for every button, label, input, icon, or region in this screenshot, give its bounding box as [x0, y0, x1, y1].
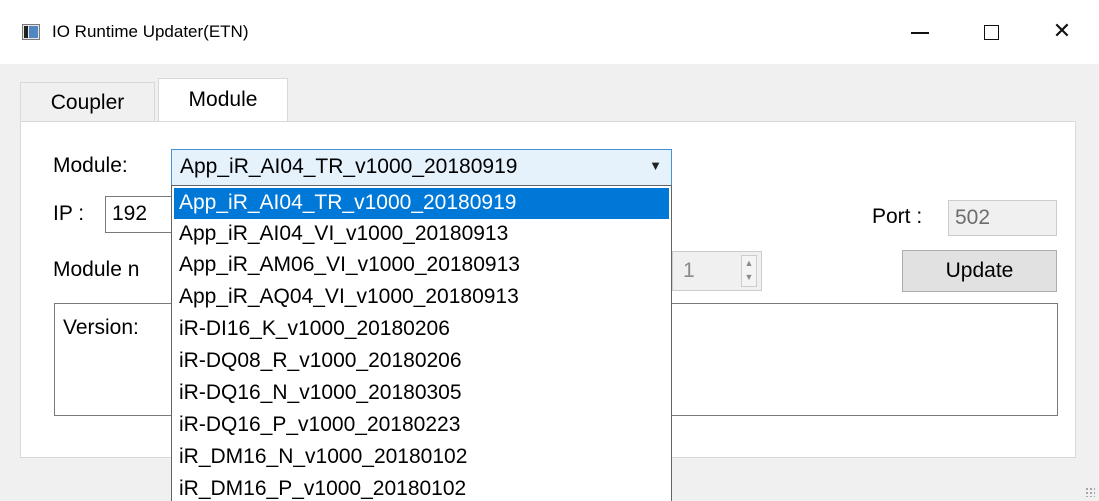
window-title: IO Runtime Updater(ETN) [52, 22, 249, 41]
chevron-up-icon[interactable]: ▲ [742, 256, 756, 270]
tab-module[interactable]: Module [158, 78, 288, 123]
chevron-down-icon: ▼ [649, 158, 662, 173]
ip-field-value: 192 [112, 202, 148, 225]
chevron-down-icon[interactable]: ▼ [742, 270, 756, 284]
module-number-spinner[interactable]: 1 ▲ ▼ [672, 251, 762, 291]
module-number-value: 1 [683, 259, 695, 282]
dropdown-option[interactable]: App_iR_AM06_VI_v1000_20180913 [174, 250, 669, 281]
dropdown-option[interactable]: iR_DM16_N_v1000_20180102 [174, 442, 669, 473]
tab-coupler[interactable]: Coupler [20, 82, 155, 122]
port-field[interactable]: 502 [948, 200, 1057, 236]
dropdown-option[interactable]: iR-DQ08_R_v1000_20180206 [174, 346, 669, 377]
dropdown-option[interactable]: iR-DI16_K_v1000_20180206 [174, 314, 669, 345]
module-dropdown-list[interactable]: App_iR_AI04_TR_v1000_20180919 App_iR_AI0… [171, 185, 672, 501]
maximize-button[interactable] [956, 0, 1026, 64]
minimize-button[interactable] [885, 0, 955, 64]
module-label: Module: [53, 154, 128, 177]
maximize-icon [983, 24, 999, 40]
spinner-buttons[interactable]: ▲ ▼ [741, 255, 757, 287]
close-icon: ✕ [1052, 19, 1072, 44]
tab-module-label: Module [188, 88, 258, 111]
dropdown-option[interactable]: iR_DM16_P_v1000_20180102 [174, 474, 669, 501]
minimize-icon [911, 32, 929, 34]
close-button[interactable]: ✕ [1027, 0, 1097, 64]
tab-coupler-label: Coupler [50, 90, 125, 114]
dropdown-option[interactable]: App_iR_AQ04_VI_v1000_20180913 [174, 282, 669, 313]
title-bar: IO Runtime Updater(ETN) ✕ [0, 0, 1099, 64]
ip-label: IP : [53, 202, 85, 225]
app-window-icon [22, 24, 40, 40]
dropdown-option[interactable]: iR-DQ16_N_v1000_20180305 [174, 378, 669, 409]
module-select-value: App_iR_AI04_TR_v1000_20180919 [180, 155, 518, 178]
dropdown-option[interactable]: App_iR_AI04_VI_v1000_20180913 [174, 219, 669, 250]
module-number-label: Module n [53, 258, 140, 281]
update-button[interactable]: Update [902, 250, 1057, 292]
module-select[interactable]: App_iR_AI04_TR_v1000_20180919 ▼ [171, 149, 672, 186]
dropdown-option[interactable]: App_iR_AI04_TR_v1000_20180919 [174, 188, 669, 219]
port-field-value: 502 [955, 206, 991, 229]
resize-grip[interactable] [1085, 487, 1095, 497]
port-label: Port : [872, 205, 923, 228]
dropdown-option[interactable]: iR-DQ16_P_v1000_20180223 [174, 410, 669, 441]
version-label: Version: [63, 316, 139, 339]
